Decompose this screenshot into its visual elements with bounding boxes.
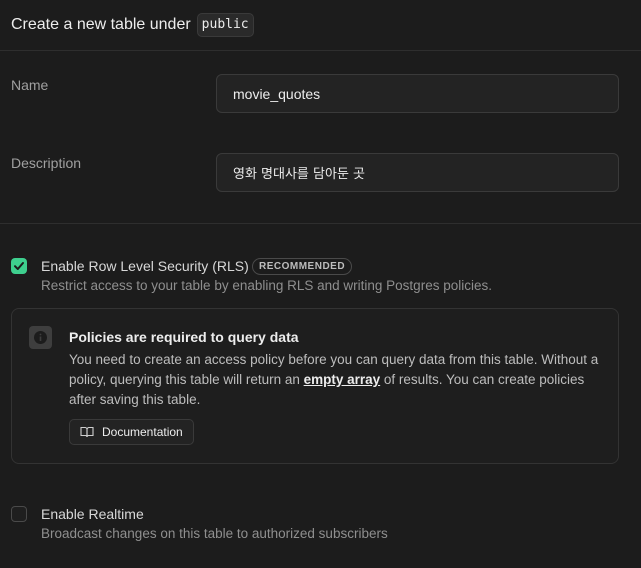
realtime-checkbox[interactable] [11, 506, 27, 522]
panel-header: Create a new table under public [0, 0, 641, 51]
name-label: Name [11, 77, 49, 93]
documentation-button[interactable]: Documentation [69, 419, 194, 445]
panel-title: Create a new table under [11, 16, 191, 33]
rls-checkbox[interactable] [11, 258, 27, 274]
book-icon [80, 426, 94, 438]
name-input[interactable] [216, 74, 619, 113]
section-divider [0, 223, 641, 224]
description-input[interactable] [216, 153, 619, 192]
description-label: Description [11, 155, 82, 171]
recommended-badge: RECOMMENDED [252, 258, 353, 275]
rls-label: Enable Row Level Security (RLS) [41, 258, 249, 274]
realtime-description: Broadcast changes on this table to autho… [41, 526, 388, 541]
rls-description: Restrict access to your table by enablin… [41, 278, 492, 293]
realtime-label: Enable Realtime [41, 506, 144, 522]
schema-name: public [196, 13, 254, 37]
policy-callout: Policies are required to query data You … [11, 308, 619, 464]
documentation-label: Documentation [102, 425, 183, 439]
callout-body: You need to create an access policy befo… [69, 350, 599, 410]
callout-title: Policies are required to query data [69, 329, 299, 345]
empty-array-link[interactable]: empty array [304, 372, 381, 387]
check-icon [14, 262, 24, 270]
info-icon [29, 326, 52, 349]
